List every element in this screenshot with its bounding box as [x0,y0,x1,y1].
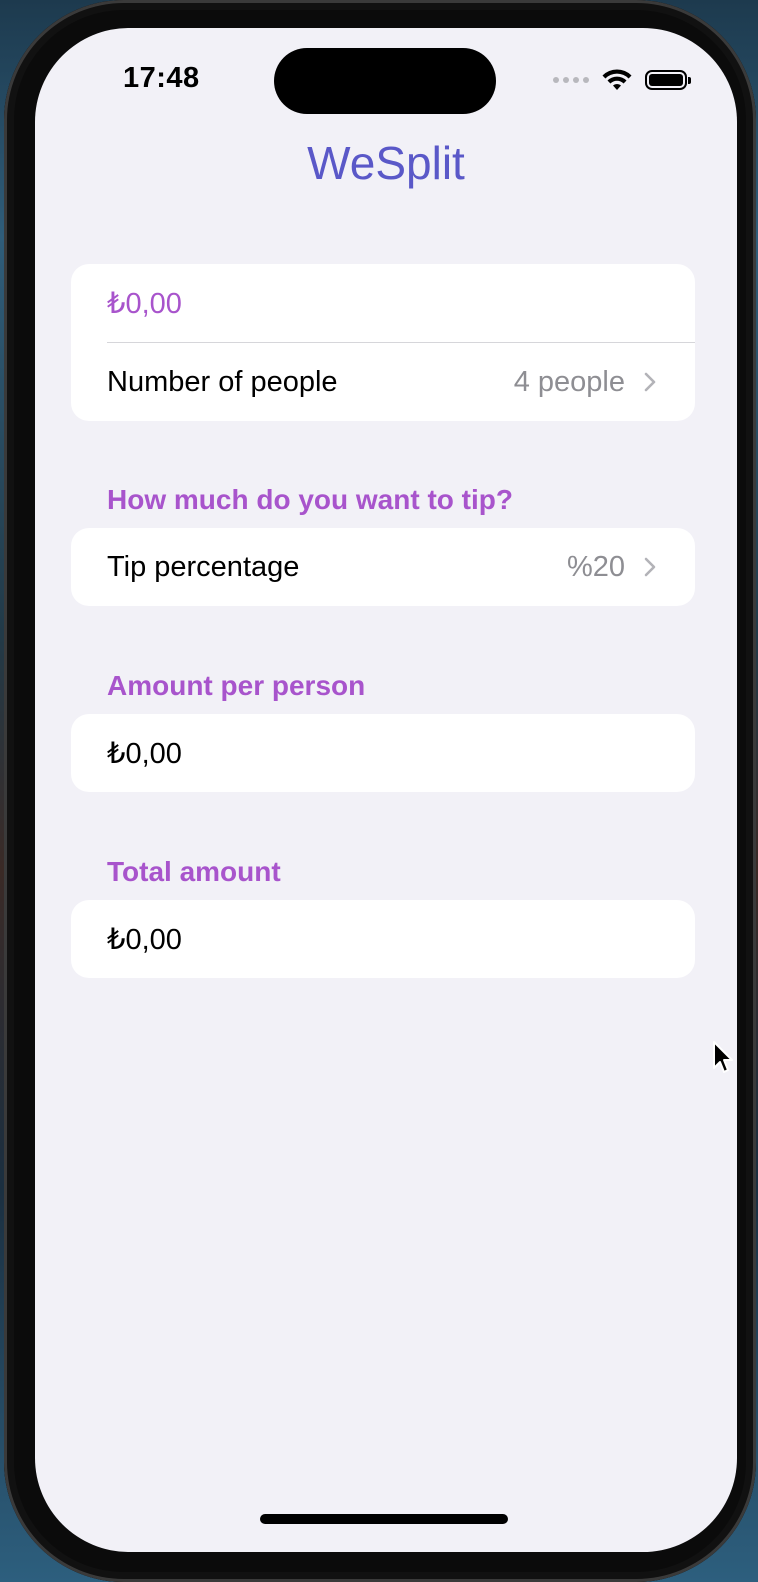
number-of-people-picker[interactable]: Number of people 4 people [71,343,695,421]
chevron-right-icon [644,372,656,392]
total-amount-header: Total amount [107,856,281,887]
input-card: ₺0,00 Number of people 4 people [71,264,695,421]
amount-per-person-value: ₺0,00 [107,737,182,770]
cellular-dots-icon [553,77,589,83]
mouse-cursor-icon [713,1041,733,1073]
wifi-icon [602,69,632,90]
amount-per-person-header: Amount per person [107,670,366,701]
status-icons [553,68,691,92]
dynamic-island [274,48,496,114]
status-time: 17:48 [123,62,200,94]
number-of-people-value: 4 people [513,365,625,398]
phone-frame: 17:48 WeSplit ₺0,00 Number of people 4 p… [4,0,756,1582]
chevron-right-icon [644,557,656,577]
tip-percentage-picker[interactable]: Tip percentage %20 [71,528,695,606]
tip-section-header: How much do you want to tip? [107,484,513,515]
total-amount-value: ₺0,00 [107,923,182,956]
amount-per-person-card: ₺0,00 [71,714,695,792]
tip-percentage-value: %20 [566,550,625,583]
tip-card: Tip percentage %20 [71,528,695,606]
amount-input[interactable]: ₺0,00 [71,264,695,342]
tip-percentage-label: Tip percentage [107,550,300,583]
total-amount-card: ₺0,00 [71,900,695,978]
number-of-people-label: Number of people [107,365,338,398]
battery-icon [645,70,691,90]
page-title: WeSplit [307,137,465,189]
app-screen: 17:48 WeSplit ₺0,00 Number of people 4 p… [35,28,737,1552]
home-indicator[interactable] [260,1514,508,1524]
